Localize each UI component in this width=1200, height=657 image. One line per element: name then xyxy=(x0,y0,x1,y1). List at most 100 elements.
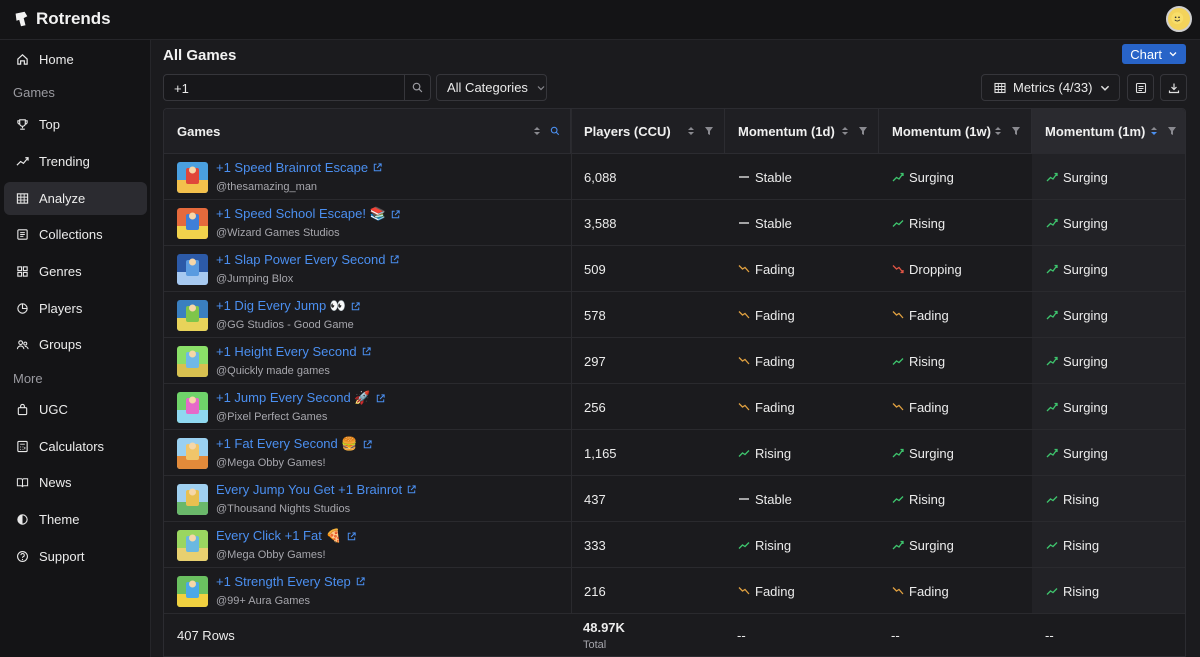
game-thumbnail[interactable] xyxy=(177,438,208,469)
game-title-link[interactable]: Every Jump You Get +1 Brainrot xyxy=(216,482,417,497)
external-link-icon[interactable] xyxy=(406,484,417,495)
sidebar-item-support[interactable]: Support xyxy=(4,540,147,573)
table-row[interactable]: +1 Strength Every Step @99+ Aura Games 216… xyxy=(164,568,1185,614)
logo[interactable]: Rotrends xyxy=(12,9,111,29)
metrics-button[interactable]: Metrics (4/33) xyxy=(981,74,1120,101)
sidebar-item-groups[interactable]: Groups xyxy=(4,328,147,361)
filter-icon[interactable] xyxy=(704,125,714,137)
external-link-icon[interactable] xyxy=(389,254,400,265)
sort-descending-icon[interactable] xyxy=(1149,125,1159,137)
column-header-momentum-1w[interactable]: Momentum (1w) xyxy=(879,109,1032,154)
game-thumbnail[interactable] xyxy=(177,392,208,423)
sidebar-item-home[interactable]: Home xyxy=(4,43,147,76)
surging-icon xyxy=(1046,402,1058,412)
game-thumbnail[interactable] xyxy=(177,530,208,561)
table-row[interactable]: +1 Fat Every Second 🍔 @Mega Obby Games! 1,… xyxy=(164,430,1185,476)
game-developer[interactable]: @Thousand Nights Studios xyxy=(216,503,350,515)
game-title-link[interactable]: +1 Slap Power Every Second xyxy=(216,252,400,267)
momentum-1w: Dropping xyxy=(892,246,962,292)
sidebar-item-analyze[interactable]: Analyze xyxy=(4,182,147,215)
filter-icon[interactable] xyxy=(1011,125,1021,137)
table-row[interactable]: +1 Speed Brainrot Escape @thesamazing_man… xyxy=(164,154,1185,200)
grid-icon xyxy=(17,266,28,277)
sidebar-item-players[interactable]: Players xyxy=(4,292,147,325)
column-header-players[interactable]: Players (CCU) xyxy=(571,109,725,154)
momentum-1m: Surging xyxy=(1046,246,1108,292)
chart-button[interactable]: Chart xyxy=(1122,44,1186,64)
game-developer[interactable]: @Mega Obby Games! xyxy=(216,549,326,561)
external-link-icon[interactable] xyxy=(361,346,372,357)
game-thumbnail[interactable] xyxy=(177,484,208,515)
table-row[interactable]: +1 Height Every Second @Quickly made game… xyxy=(164,338,1185,384)
sort-icon[interactable] xyxy=(532,125,542,137)
column-settings-button[interactable] xyxy=(1127,74,1154,101)
sort-icon[interactable] xyxy=(840,125,850,137)
game-developer[interactable]: @Quickly made games xyxy=(216,365,330,377)
game-thumbnail[interactable] xyxy=(177,254,208,285)
game-thumbnail[interactable] xyxy=(177,208,208,239)
table-row[interactable]: +1 Jump Every Second 🚀 @Pixel Perfect Gam… xyxy=(164,384,1185,430)
external-link-icon[interactable] xyxy=(350,301,361,312)
momentum-label: Rising xyxy=(755,537,792,553)
external-link-icon[interactable] xyxy=(362,439,373,450)
external-link-icon[interactable] xyxy=(390,209,401,220)
table-row[interactable]: Every Click +1 Fat 🍕 @Mega Obby Games! 333… xyxy=(164,522,1185,568)
table-row[interactable]: Every Jump You Get +1 Brainrot @Thousand … xyxy=(164,476,1185,522)
sort-icon[interactable] xyxy=(993,125,1003,137)
column-header-games[interactable]: Games xyxy=(164,109,571,154)
game-developer[interactable]: @99+ Aura Games xyxy=(216,595,310,607)
sort-icon[interactable] xyxy=(686,125,696,137)
game-title-link[interactable]: +1 Speed Brainrot Escape xyxy=(216,160,383,175)
search-button[interactable] xyxy=(404,75,430,100)
external-link-icon[interactable] xyxy=(355,576,366,587)
game-thumbnail[interactable] xyxy=(177,346,208,377)
momentum-1w: Fading xyxy=(892,292,949,338)
game-title: +1 Speed School Escape! 📚 xyxy=(216,206,386,221)
search-icon[interactable] xyxy=(550,125,560,137)
table-row[interactable]: +1 Dig Every Jump 👀 @GG Studios - Good Ga… xyxy=(164,292,1185,338)
game-title-link[interactable]: +1 Strength Every Step xyxy=(216,574,366,589)
game-developer[interactable]: @Pixel Perfect Games xyxy=(216,411,327,423)
momentum-1m: Rising xyxy=(1046,476,1099,522)
sidebar-item-news[interactable]: News xyxy=(4,466,147,499)
momentum-label: Rising xyxy=(1063,537,1100,553)
filter-icon[interactable] xyxy=(1167,125,1177,137)
game-title-link[interactable]: +1 Speed School Escape! 📚 xyxy=(216,206,401,222)
category-select[interactable]: All Categories xyxy=(436,74,547,101)
sidebar-item-top[interactable]: Top xyxy=(4,108,147,141)
game-title-link[interactable]: +1 Dig Every Jump 👀 xyxy=(216,298,361,314)
game-developer[interactable]: @Mega Obby Games! xyxy=(216,457,326,469)
momentum-1m: Surging xyxy=(1046,154,1108,200)
game-thumbnail[interactable] xyxy=(177,576,208,607)
sidebar-item-calculators[interactable]: Calculators xyxy=(4,430,147,463)
sidebar-item-genres[interactable]: Genres xyxy=(4,255,147,288)
sidebar-item-ugc[interactable]: UGC xyxy=(4,393,147,426)
sidebar-item-theme[interactable]: Theme xyxy=(4,503,147,536)
avatar[interactable] xyxy=(1166,6,1192,32)
external-link-icon[interactable] xyxy=(372,162,383,173)
game-developer[interactable]: @Jumping Blox xyxy=(216,273,293,285)
table-row[interactable]: +1 Slap Power Every Second @Jumping Blox 5… xyxy=(164,246,1185,292)
table-row[interactable]: +1 Speed School Escape! 📚 @Wizard Games S… xyxy=(164,200,1185,246)
search-input[interactable]: +1 xyxy=(174,81,189,96)
filter-icon[interactable] xyxy=(858,125,868,137)
game-title-link[interactable]: +1 Height Every Second xyxy=(216,344,372,359)
external-link-icon[interactable] xyxy=(346,531,357,542)
game-developer[interactable]: @Wizard Games Studios xyxy=(216,227,340,239)
column-header-momentum-1d[interactable]: Momentum (1d) xyxy=(725,109,879,154)
game-developer[interactable]: @thesamazing_man xyxy=(216,181,317,193)
game-thumbnail[interactable] xyxy=(177,300,208,331)
game-title-link[interactable]: +1 Fat Every Second 🍔 xyxy=(216,436,373,452)
external-link-icon[interactable] xyxy=(375,393,386,404)
sidebar-item-trending[interactable]: Trending xyxy=(4,145,147,178)
logo-icon xyxy=(15,11,28,27)
search-box[interactable]: +1 xyxy=(163,74,431,101)
column-header-momentum-1m[interactable]: Momentum (1m) xyxy=(1032,109,1185,154)
sidebar-item-collections[interactable]: Collections xyxy=(4,218,147,251)
game-title-link[interactable]: +1 Jump Every Second 🚀 xyxy=(216,390,386,406)
category-select-value: All Categories xyxy=(447,80,528,95)
download-button[interactable] xyxy=(1160,74,1187,101)
game-title-link[interactable]: Every Click +1 Fat 🍕 xyxy=(216,528,357,544)
game-thumbnail[interactable] xyxy=(177,162,208,193)
game-developer[interactable]: @GG Studios - Good Game xyxy=(216,319,354,331)
